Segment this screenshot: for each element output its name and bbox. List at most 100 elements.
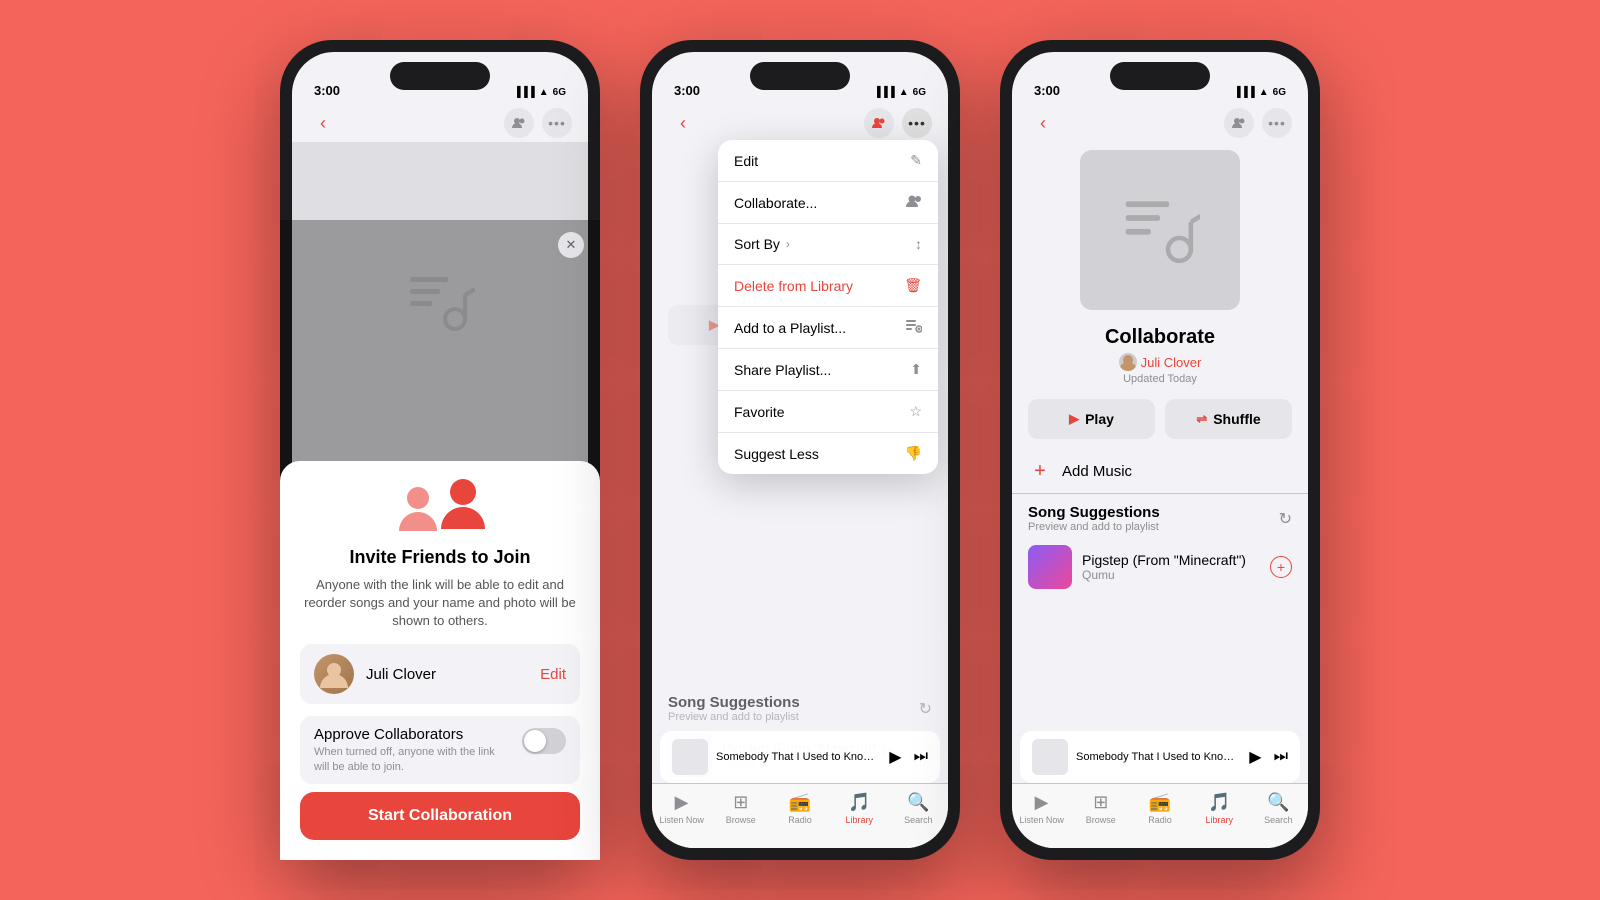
collaborate-btn-2[interactable] (864, 108, 894, 138)
dropdown-add-playlist[interactable]: Add to a Playlist... (718, 307, 938, 349)
person-icon-1 (399, 485, 437, 536)
shuffle-button-3[interactable]: ⇌ Shuffle (1165, 399, 1292, 439)
library-icon-2: 🎵 (848, 792, 870, 813)
tab-listen-now-2[interactable]: ▶ Listen Now (652, 792, 711, 825)
tab-listen-now-3[interactable]: ▶ Listen Now (1012, 792, 1071, 825)
mini-art-3 (1032, 739, 1068, 775)
tab-library-3[interactable]: 🎵 Library (1190, 792, 1249, 825)
collaborate-menu-icon (906, 194, 922, 211)
favorite-icon: ☆ (909, 403, 922, 420)
signal-2: ▐▐▐ (873, 87, 894, 98)
edit-button[interactable]: Edit (540, 666, 566, 683)
add-playlist-icon (906, 319, 922, 336)
modal-overlay: ✕ (292, 220, 588, 848)
tab-search-2[interactable]: 🔍 Search (889, 792, 948, 825)
shuffle-label-3: Shuffle (1213, 411, 1260, 427)
collaborate-icon-btn-1[interactable] (504, 108, 534, 138)
delete-icon: 🗑 (904, 277, 922, 294)
tab-bar-2: ▶ Listen Now ⊞ Browse 📻 Radio 🎵 Library … (652, 783, 948, 848)
collaborate-label: Collaborate... (734, 195, 817, 211)
browse-icon-3: ⊞ (1093, 792, 1108, 813)
more-btn-2[interactable]: ••• (902, 108, 932, 138)
back-button-3[interactable]: ‹ (1028, 108, 1058, 138)
play-pause-icon[interactable]: ▶ (889, 747, 901, 767)
person-icon-2 (441, 477, 485, 534)
dropdown-suggest-less[interactable]: Suggest Less 👎 (718, 433, 938, 474)
play-label-3: Play (1085, 411, 1114, 427)
refresh-icon-2: ↻ (919, 699, 932, 719)
tab-label-library-2: Library (845, 815, 873, 825)
author-name-3: Juli Clover (1141, 355, 1202, 370)
start-collaboration-button[interactable]: Start Collaboration (300, 792, 580, 840)
tab-radio-2[interactable]: 📻 Radio (770, 792, 829, 825)
mini-art-2 (672, 739, 708, 775)
forward-icon-3[interactable]: ⏭ (1274, 748, 1288, 766)
collaborate-btn-3[interactable] (1224, 108, 1254, 138)
user-avatar-icon (320, 660, 348, 688)
dropdown-favorite[interactable]: Favorite ☆ (718, 391, 938, 433)
user-row: Juli Clover Edit (300, 644, 580, 704)
listen-now-icon-2: ▶ (675, 792, 689, 813)
mini-player-2[interactable]: Somebody That I Used to Know (... ▶ ⏭ (660, 731, 940, 783)
battery-icon: 6G (553, 87, 566, 98)
approve-toggle[interactable] (522, 728, 566, 754)
author-avatar-icon-3 (1119, 353, 1137, 371)
song-row-3: Pigstep (From "Minecraft") Qumu + (1012, 537, 1308, 597)
play-pause-icon-3[interactable]: ▶ (1249, 747, 1261, 767)
play-button-3[interactable]: ▶ Play (1028, 399, 1155, 439)
dropdown-delete[interactable]: Delete from Library 🗑 (718, 265, 938, 307)
sort-label: Sort By (734, 236, 780, 252)
user-avatar (314, 654, 354, 694)
share-label: Share Playlist... (734, 362, 831, 378)
dropdown-share[interactable]: Share Playlist... ⬆ (718, 349, 938, 391)
tab-browse-3[interactable]: ⊞ Browse (1071, 792, 1130, 825)
tab-library-2[interactable]: 🎵 Library (830, 792, 889, 825)
toggle-label: Approve Collaborators (314, 726, 510, 743)
tab-search-3[interactable]: 🔍 Search (1249, 792, 1308, 825)
search-icon-3: 🔍 (1267, 792, 1289, 813)
sort-arrow: › (786, 237, 790, 251)
delete-label: Delete from Library (734, 278, 853, 294)
favorite-label: Favorite (734, 404, 785, 420)
ellipsis-icon-2: ••• (908, 115, 926, 131)
status-time-3: 3:00 (1034, 83, 1060, 98)
tab-browse-2[interactable]: ⊞ Browse (711, 792, 770, 825)
dropdown-sort[interactable]: Sort By › ↕ (718, 224, 938, 265)
add-song-btn-3[interactable]: + (1270, 556, 1292, 578)
back-button-2[interactable]: ‹ (668, 108, 698, 138)
music-note-3 (1120, 190, 1200, 270)
signal-3: ▐▐▐ (1233, 87, 1254, 98)
edit-icon: ✎ (910, 152, 922, 169)
mini-player-3[interactable]: Somebody That I Used to Know (... ▶ ⏭ (1020, 731, 1300, 783)
more-btn-3[interactable]: ••• (1262, 108, 1292, 138)
suggest-less-icon: 👎 (905, 445, 922, 462)
tab-label-library-3: Library (1205, 815, 1233, 825)
song-info-3: Pigstep (From "Minecraft") Qumu (1082, 552, 1260, 582)
toggle-knob (524, 730, 546, 752)
dropdown-collaborate[interactable]: Collaborate... (718, 182, 938, 224)
dropdown-edit[interactable]: Edit ✎ (718, 140, 938, 182)
add-music-circle-3: + (1028, 459, 1052, 483)
search-icon-2: 🔍 (907, 792, 929, 813)
wifi-3: ▲ (1259, 87, 1269, 98)
close-button[interactable]: ✕ (558, 232, 584, 258)
mini-title-2: Somebody That I Used to Know (... (716, 751, 881, 763)
tab-radio-3[interactable]: 📻 Radio (1130, 792, 1189, 825)
playlist-info-3: Collaborate Juli Clover Updated Today (1012, 318, 1308, 389)
back-button-1[interactable]: ‹ (308, 108, 338, 138)
add-music-row-3[interactable]: + Add Music (1012, 449, 1308, 494)
forward-icon[interactable]: ⏭ (914, 748, 928, 766)
radio-icon-3: 📻 (1149, 792, 1171, 813)
radio-icon-2: 📻 (789, 792, 811, 813)
more-button-1[interactable]: ••• (542, 108, 572, 138)
refresh-icon-3[interactable]: ↻ (1279, 509, 1292, 529)
play-icon-3: ▶ (1069, 411, 1079, 427)
ellipsis-icon-3: ••• (1268, 115, 1286, 131)
signal-icon: ▐▐▐ (513, 87, 534, 98)
user-name: Juli Clover (366, 666, 528, 683)
suggestions-sub-3: Preview and add to playlist (1028, 521, 1160, 533)
dropdown-menu: Edit ✎ Collaborate... Sort By › ↕ (718, 140, 938, 474)
battery-2: 6G (913, 87, 926, 98)
collaborate-icon-2 (872, 117, 886, 129)
tab-label-browse-2: Browse (726, 815, 756, 825)
